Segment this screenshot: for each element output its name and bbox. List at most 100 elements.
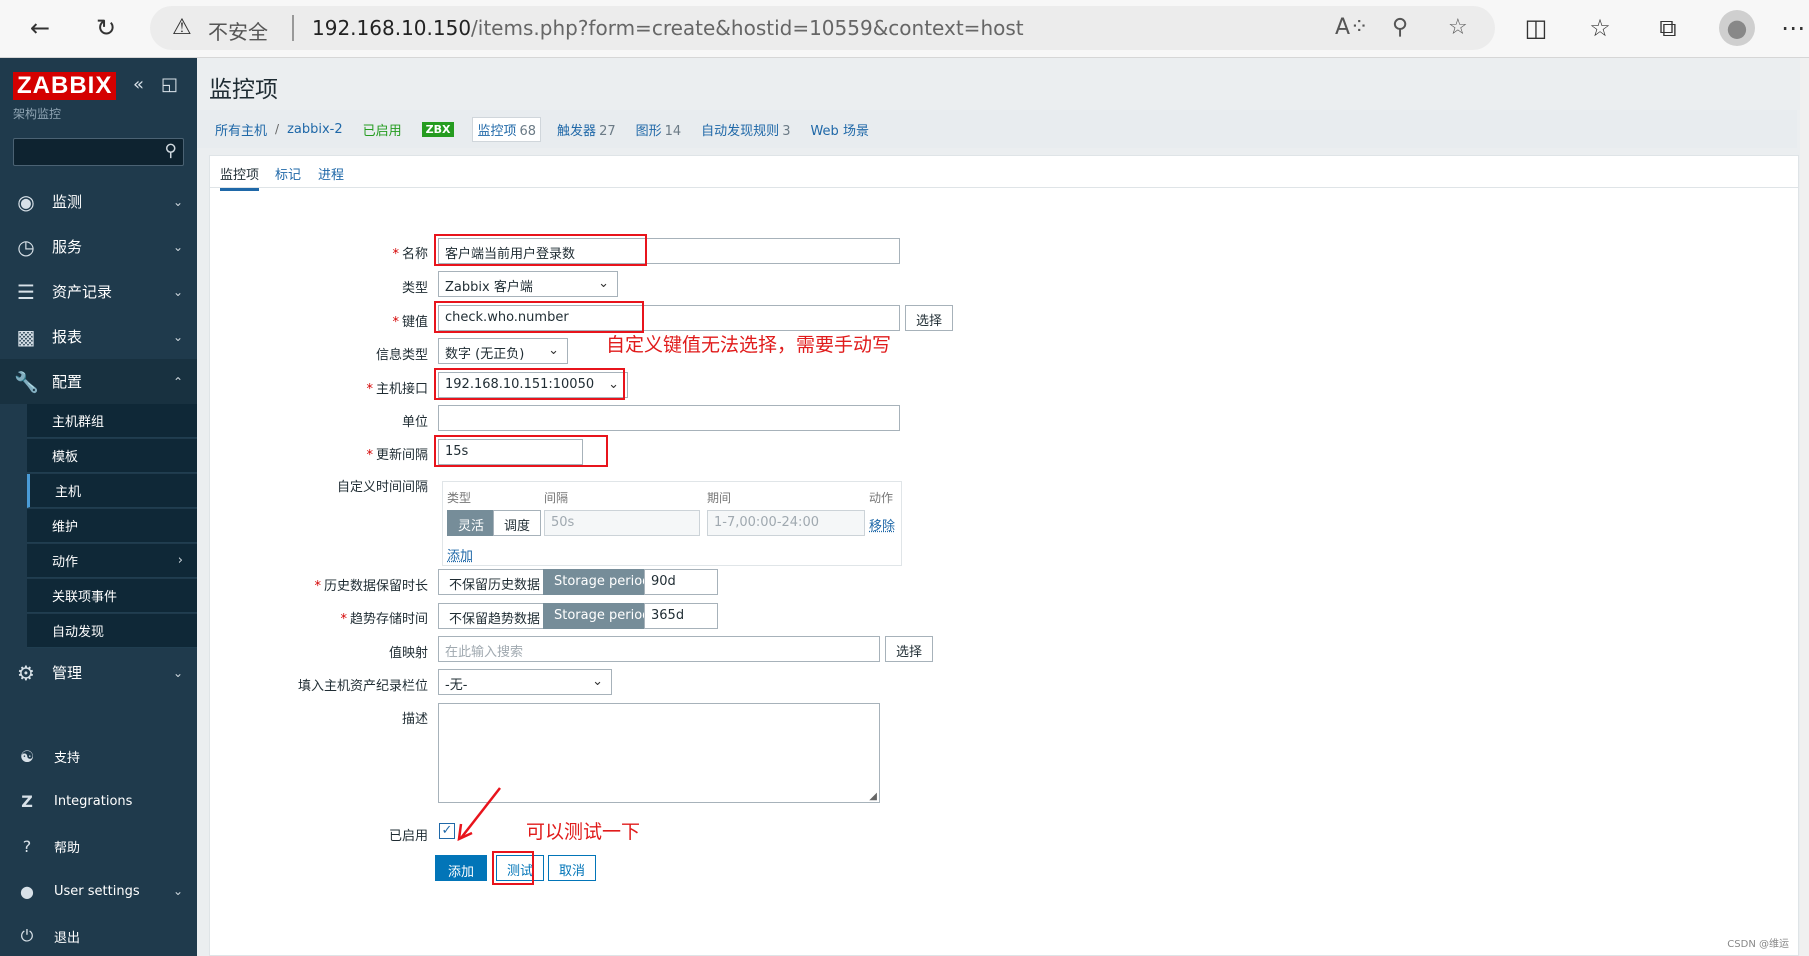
- required-asterisk: *: [366, 382, 373, 397]
- history-input[interactable]: 90d: [644, 569, 718, 595]
- host-status-enabled[interactable]: 已启用: [363, 120, 402, 139]
- trends-label: * 趋势存储时间: [168, 608, 428, 627]
- col-period: 期间: [707, 491, 732, 505]
- menu-label: 监测: [52, 193, 83, 211]
- submenu-actions[interactable]: 动作 ›: [27, 544, 197, 578]
- description-textarea[interactable]: ◢: [438, 703, 880, 803]
- required-asterisk: *: [314, 579, 321, 594]
- read-aloud-icon[interactable]: A⁘: [1335, 15, 1368, 40]
- add-interval-link[interactable]: 添加: [447, 545, 473, 564]
- required-asterisk: *: [392, 315, 399, 330]
- submenu-label: 自动发现: [52, 625, 105, 640]
- highlight-box: [434, 301, 644, 333]
- address-separator: [292, 15, 294, 41]
- footer-logout[interactable]: ⏻ 退出: [0, 916, 197, 956]
- name-label: * 名称: [168, 243, 428, 262]
- footer-user-settings[interactable]: ● User settings ⌄: [0, 871, 197, 911]
- col-interval: 间隔: [544, 491, 569, 505]
- footer-support[interactable]: ☯ 支持: [0, 736, 197, 776]
- zoom-out-icon[interactable]: ⚲: [1392, 15, 1408, 40]
- breadcrumb-triggers[interactable]: 触发器 27: [557, 120, 616, 139]
- tab-item[interactable]: 监控项: [220, 164, 260, 191]
- submenu-maintenance[interactable]: 维护: [27, 509, 197, 543]
- highlight-box: [492, 851, 534, 885]
- valuemap-select-button[interactable]: 选择: [885, 636, 934, 662]
- key-select-button[interactable]: 选择: [905, 305, 954, 331]
- triggers-count: 27: [599, 123, 616, 139]
- enabled-checkbox[interactable]: ✓: [439, 823, 455, 839]
- chevron-down-icon: ⌄: [548, 343, 559, 358]
- clock-icon: ◷: [17, 234, 35, 259]
- history-no-keep-toggle[interactable]: 不保留历史数据: [438, 569, 552, 595]
- add-favorite-icon[interactable]: ☆: [1448, 15, 1468, 40]
- custom-interval-input[interactable]: 50s: [544, 510, 700, 536]
- info-type-select[interactable]: 数字 (无正负) ⌄: [438, 338, 568, 364]
- units-label: 单位: [401, 415, 428, 430]
- favorites-icon[interactable]: ☆: [1582, 10, 1618, 46]
- browser-toolbar: ← ↻ ⚠ 不安全 192.168.10.150/items.php?form=…: [0, 0, 1809, 58]
- custom-intervals-label: 自定义时间间隔: [336, 480, 428, 495]
- items-label: 监控项: [477, 123, 517, 139]
- breadcrumb-all-hosts[interactable]: 所有主机: [215, 120, 267, 139]
- tab-tags[interactable]: 标记: [275, 164, 301, 183]
- breadcrumb-graphs[interactable]: 图形 14: [636, 120, 682, 139]
- units-input[interactable]: [438, 405, 900, 431]
- menu-label: 资产记录: [52, 283, 113, 301]
- warning-triangle-icon: ⚠: [172, 15, 192, 40]
- trends-no-keep-toggle[interactable]: 不保留趋势数据: [438, 603, 552, 629]
- list-icon: ☰: [17, 279, 35, 304]
- enabled-label: 已启用: [388, 829, 428, 844]
- trends-input[interactable]: 365d: [644, 603, 718, 629]
- interface-label: * 主机接口: [168, 378, 428, 397]
- valuemap-input[interactable]: 在此输入搜索: [438, 636, 880, 662]
- cancel-button[interactable]: 取消: [548, 855, 597, 881]
- required-asterisk: *: [392, 247, 399, 262]
- page-title: 监控项: [209, 77, 278, 103]
- custom-intervals-box: 类型 间隔 期间 动作 灵活 调度 50s 1-7,00:00-24:00 移除…: [442, 481, 902, 566]
- chevron-right-icon: ›: [177, 553, 183, 568]
- address-bar[interactable]: ⚠ 不安全 192.168.10.150/items.php?form=crea…: [150, 6, 1495, 50]
- remove-interval-link[interactable]: 移除: [869, 515, 895, 534]
- user-icon: ●: [20, 881, 34, 901]
- breadcrumb-items[interactable]: 监控项 68: [472, 116, 542, 142]
- type-select[interactable]: Zabbix 客户端 ⌄: [438, 271, 618, 297]
- footer-integrations[interactable]: Z Integrations: [0, 781, 197, 821]
- flexible-toggle[interactable]: 灵活: [447, 510, 496, 536]
- sidebar: ZABBIX « ◱ 架构监控 ⚲ ◉ 监测 ⌄ ◷ 服务 ⌄ ☰ 资产记录 ⌄…: [0, 58, 197, 956]
- kiosk-mode-icon[interactable]: ◱: [161, 74, 178, 95]
- more-menu-icon[interactable]: ⋯: [1775, 10, 1809, 46]
- gear-icon: ⚙: [17, 660, 35, 685]
- tab-preprocessing[interactable]: 进程: [318, 164, 344, 183]
- custom-period-input[interactable]: 1-7,00:00-24:00: [707, 510, 865, 536]
- zabbix-logo[interactable]: ZABBIX: [13, 72, 117, 100]
- breadcrumb-discovery[interactable]: 自动发现规则 3: [701, 120, 790, 139]
- scheduling-toggle[interactable]: 调度: [493, 510, 542, 536]
- chevron-down-icon: ⌄: [172, 884, 183, 898]
- zabbix-z-icon: Z: [21, 791, 33, 811]
- breadcrumb-web[interactable]: Web 场景: [810, 120, 868, 139]
- type-select-value: Zabbix 客户端: [445, 280, 533, 295]
- inventory-select[interactable]: -无- ⌄: [438, 669, 612, 695]
- url-host: 192.168.10.150: [312, 16, 472, 40]
- add-button[interactable]: 添加: [435, 855, 488, 881]
- back-arrow-icon[interactable]: ←: [22, 10, 58, 46]
- power-icon: ⏻: [20, 926, 34, 945]
- info-type-value: 数字 (无正负): [445, 347, 525, 362]
- search-icon[interactable]: ⚲: [165, 141, 177, 161]
- resize-handle-icon[interactable]: ◢: [869, 791, 877, 802]
- graphs-count: 14: [664, 123, 682, 139]
- collapse-sidebar-icon[interactable]: «: [133, 74, 144, 95]
- page-scrollbar[interactable]: [1800, 58, 1809, 956]
- collections-icon[interactable]: ⧉: [1650, 10, 1686, 46]
- type-label: 类型: [401, 281, 428, 296]
- split-screen-icon[interactable]: ◫: [1518, 10, 1554, 46]
- question-icon: ?: [22, 836, 32, 856]
- menu-monitoring[interactable]: ◉ 监测 ⌄: [0, 179, 197, 224]
- url-path: /items.php?form=create&hostid=10559&cont…: [471, 16, 1024, 40]
- profile-avatar-icon[interactable]: ●: [1719, 10, 1755, 46]
- submenu-label: 维护: [52, 520, 79, 535]
- submenu-label: 动作: [52, 555, 79, 570]
- sidebar-search-input[interactable]: ⚲: [13, 138, 184, 166]
- refresh-icon[interactable]: ↻: [88, 10, 124, 46]
- breadcrumb-host[interactable]: zabbix-2: [287, 122, 343, 137]
